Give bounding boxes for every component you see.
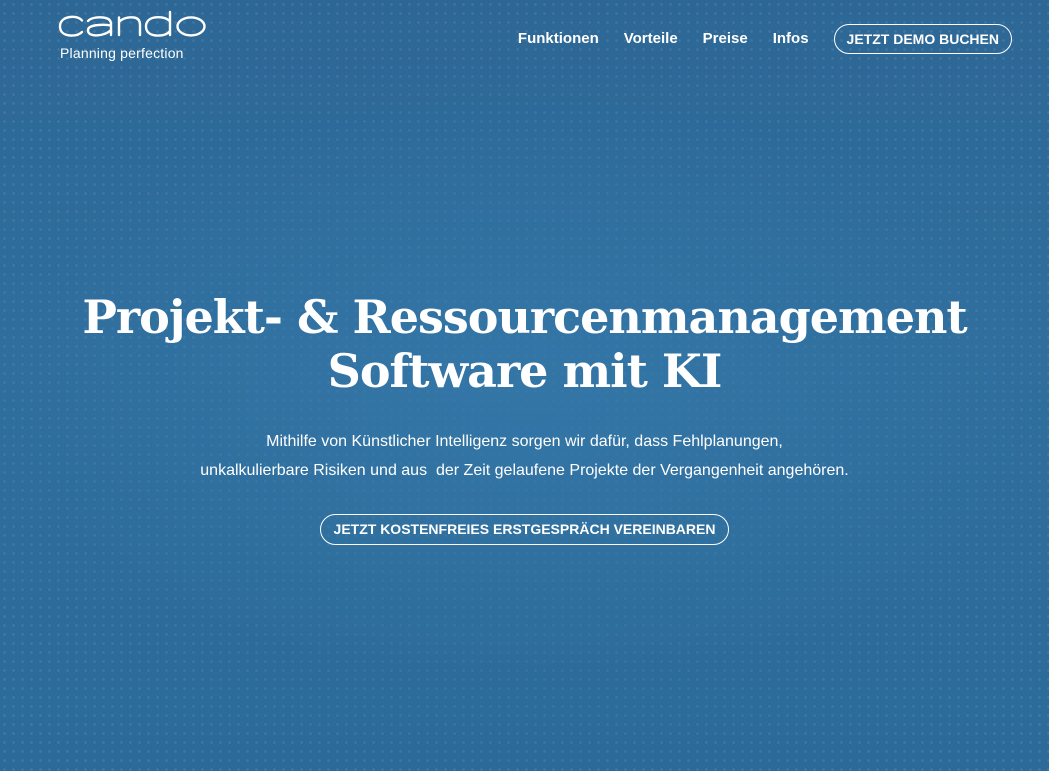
hero-subtext-line-2: unkalkulierbare Risiken und aus der Zeit… — [200, 462, 849, 479]
nav-link-infos[interactable]: Infos — [773, 23, 809, 55]
nav-link-vorteile[interactable]: Vorteile — [624, 23, 678, 55]
logo-tagline: Planning perfection — [60, 45, 184, 61]
hero-subtext: Mithilfe von Künstlicher Intelligenz sor… — [0, 427, 1049, 485]
hero-headline-line-2: Software mit KI — [327, 344, 723, 398]
hero-headline-line-1: Projekt- & Ressourcenmanagement — [82, 290, 967, 344]
cando-logo-icon — [58, 10, 206, 37]
free-consultation-button[interactable]: JETZT KOSTENFREIES ERSTGESPRÄCH VEREINBA… — [319, 514, 730, 545]
main-navigation: Funktionen Vorteile Preise Infos JETZT D… — [518, 23, 1012, 55]
hero-subtext-line-1: Mithilfe von Künstlicher Intelligenz sor… — [266, 433, 783, 450]
book-demo-button[interactable]: JETZT DEMO BUCHEN — [833, 24, 1012, 54]
nav-link-preise[interactable]: Preise — [703, 23, 748, 55]
hero-section: Planning perfection Funktionen Vorteile … — [0, 0, 1049, 771]
cando-logo[interactable]: Planning perfection — [58, 10, 218, 66]
nav-link-funktionen[interactable]: Funktionen — [518, 23, 599, 55]
hero-cta-container: JETZT KOSTENFREIES ERSTGESPRÄCH VEREINBA… — [0, 514, 1049, 545]
site-header: Planning perfection Funktionen Vorteile … — [0, 0, 1049, 80]
hero-headline: Projekt- & Ressourcenmanagement Software… — [0, 290, 1049, 398]
